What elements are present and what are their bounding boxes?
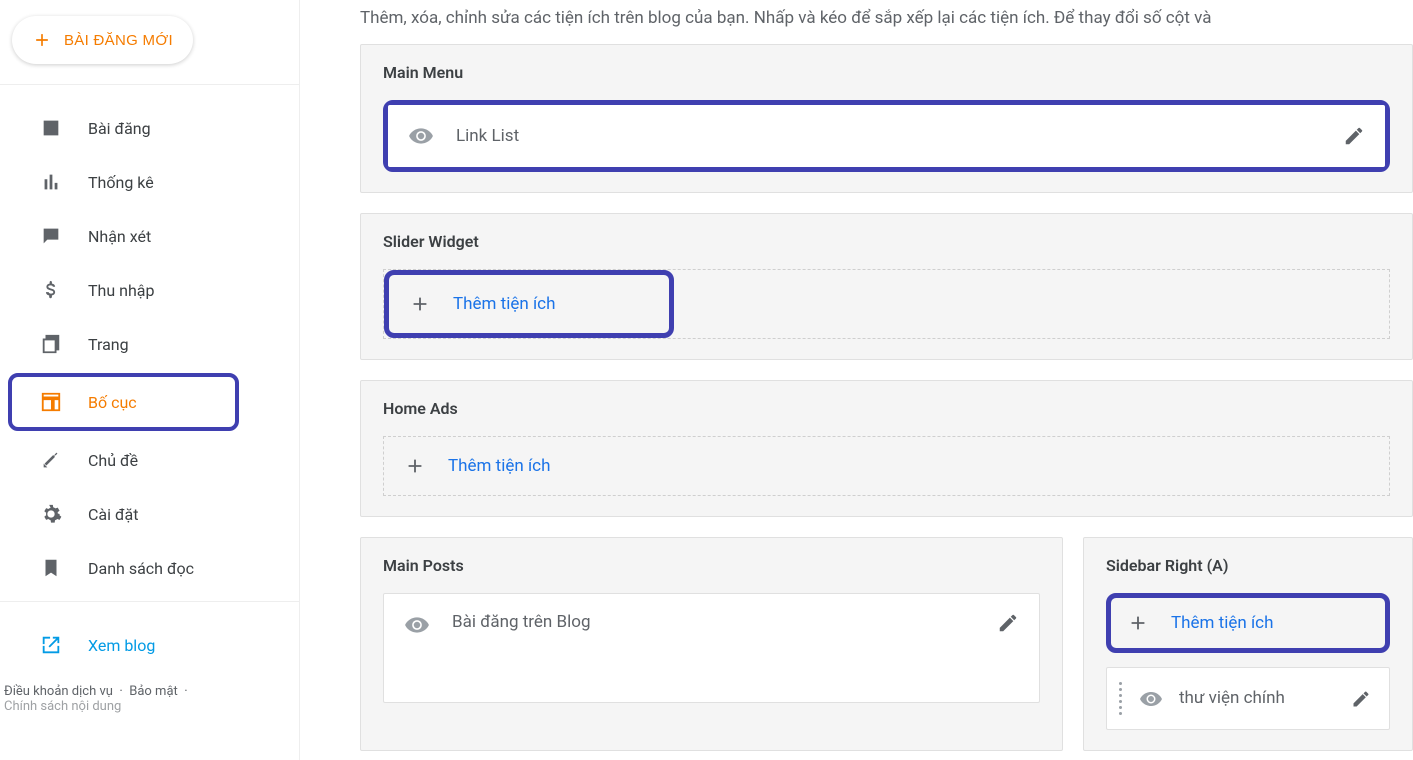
stats-icon: [40, 171, 62, 193]
sidebar-item-earnings[interactable]: Thu nhập: [12, 265, 287, 315]
main-content: Thêm, xóa, chỉnh sửa các tiện ích trên b…: [300, 0, 1413, 760]
add-widget-button[interactable]: Thêm tiện ích: [1111, 598, 1385, 648]
sidebar-item-label: Thu nhập: [88, 281, 154, 300]
widget-library[interactable]: thư viện chính: [1106, 667, 1390, 730]
widget-blog-posts[interactable]: Bài đăng trên Blog: [383, 593, 1040, 703]
section-slider-widget: Slider Widget Thêm tiện ích: [360, 213, 1413, 360]
visibility-icon: [404, 612, 430, 638]
new-post-label: BÀI ĐĂNG MỚI: [64, 32, 173, 49]
page-description: Thêm, xóa, chỉnh sửa các tiện ích trên b…: [360, 0, 1413, 44]
sidebar-item-label: Thống kê: [88, 173, 154, 192]
section-title: Main Posts: [383, 556, 1040, 575]
theme-icon: [40, 449, 62, 471]
footer-terms[interactable]: Điều khoản dịch vụ: [4, 684, 113, 699]
annotation-highlight: Link List: [383, 100, 1390, 172]
pages-icon: [40, 333, 62, 355]
section-main-posts: Main Posts Bài đăng trên Blog: [360, 537, 1063, 751]
sidebar-item-label: Bố cục: [88, 393, 137, 412]
widget-label: Bài đăng trên Blog: [452, 612, 975, 632]
edit-icon[interactable]: [997, 612, 1019, 634]
sidebar-item-label: Nhận xét: [88, 227, 151, 246]
annotation-highlight: Bố cục: [8, 373, 239, 431]
drag-handle-icon[interactable]: [1113, 678, 1127, 719]
add-widget-button[interactable]: Thêm tiện ích: [383, 436, 1390, 496]
widget-label: Link List: [456, 126, 1321, 146]
divider: [0, 84, 299, 85]
sidebar-item-stats[interactable]: Thống kê: [12, 157, 287, 207]
annotation-highlight: Thêm tiện ích: [384, 270, 674, 338]
visibility-icon: [1139, 687, 1163, 711]
layout-icon: [40, 391, 62, 413]
edit-icon[interactable]: [1343, 125, 1365, 147]
sidebar-item-label: Trang: [88, 335, 129, 354]
sidebar-item-label: Xem blog: [88, 636, 155, 655]
annotation-highlight: Thêm tiện ích: [1106, 593, 1390, 653]
sidebar-item-comments[interactable]: Nhận xét: [12, 211, 287, 261]
section-home-ads: Home Ads Thêm tiện ích: [360, 380, 1413, 517]
plus-icon: [404, 455, 426, 477]
sidebar-item-posts[interactable]: Bài đăng: [12, 103, 287, 153]
widget-label: thư viện chính: [1179, 687, 1335, 710]
new-post-button[interactable]: BÀI ĐĂNG MỚI: [12, 16, 193, 64]
footer-privacy[interactable]: Bảo mật: [129, 684, 178, 699]
add-widget-button[interactable]: Thêm tiện ích: [389, 275, 669, 333]
comment-icon: [40, 225, 62, 247]
sidebar: BÀI ĐĂNG MỚI Bài đăng Thống kê Nhận xét …: [0, 0, 300, 760]
sidebar-item-label: Chủ đề: [88, 451, 138, 470]
widget-link-list[interactable]: Link List: [388, 105, 1385, 167]
add-widget-label: Thêm tiện ích: [1171, 613, 1273, 633]
section-main-menu: Main Menu Link List: [360, 44, 1413, 193]
post-icon: [40, 117, 62, 139]
sidebar-item-pages[interactable]: Trang: [12, 319, 287, 369]
open-external-icon: [40, 634, 62, 656]
gear-icon: [40, 503, 62, 525]
divider: [0, 601, 299, 602]
plus-icon: [409, 293, 431, 315]
sidebar-item-label: Danh sách đọc: [88, 559, 194, 578]
dollar-icon: [40, 279, 62, 301]
section-title: Home Ads: [383, 399, 1390, 418]
section-title: Main Menu: [383, 63, 1390, 82]
plus-icon: [1127, 612, 1149, 634]
footer-content-policy[interactable]: Chính sách nội dung: [4, 699, 121, 714]
sidebar-item-settings[interactable]: Cài đặt: [12, 489, 287, 539]
section-sidebar-right: Sidebar Right (A) Thêm tiện ích: [1083, 537, 1413, 751]
add-widget-label: Thêm tiện ích: [453, 294, 555, 314]
visibility-icon: [408, 123, 434, 149]
sidebar-item-label: Bài đăng: [88, 119, 151, 138]
edit-icon[interactable]: [1351, 689, 1371, 709]
sidebar-item-view-blog[interactable]: Xem blog: [12, 620, 287, 670]
section-title: Slider Widget: [383, 232, 1390, 251]
add-widget-label: Thêm tiện ích: [448, 456, 550, 476]
bookmark-icon: [40, 557, 62, 579]
sidebar-item-reading-list[interactable]: Danh sách đọc: [12, 543, 287, 593]
sidebar-item-label: Cài đặt: [88, 505, 138, 524]
plus-icon: [32, 30, 52, 50]
sidebar-item-theme[interactable]: Chủ đề: [12, 435, 287, 485]
footer-links: Điều khoản dịch vụ · Bảo mật · Chính sác…: [0, 674, 299, 714]
section-title: Sidebar Right (A): [1106, 556, 1390, 575]
sidebar-item-layout[interactable]: Bố cục: [12, 377, 235, 427]
